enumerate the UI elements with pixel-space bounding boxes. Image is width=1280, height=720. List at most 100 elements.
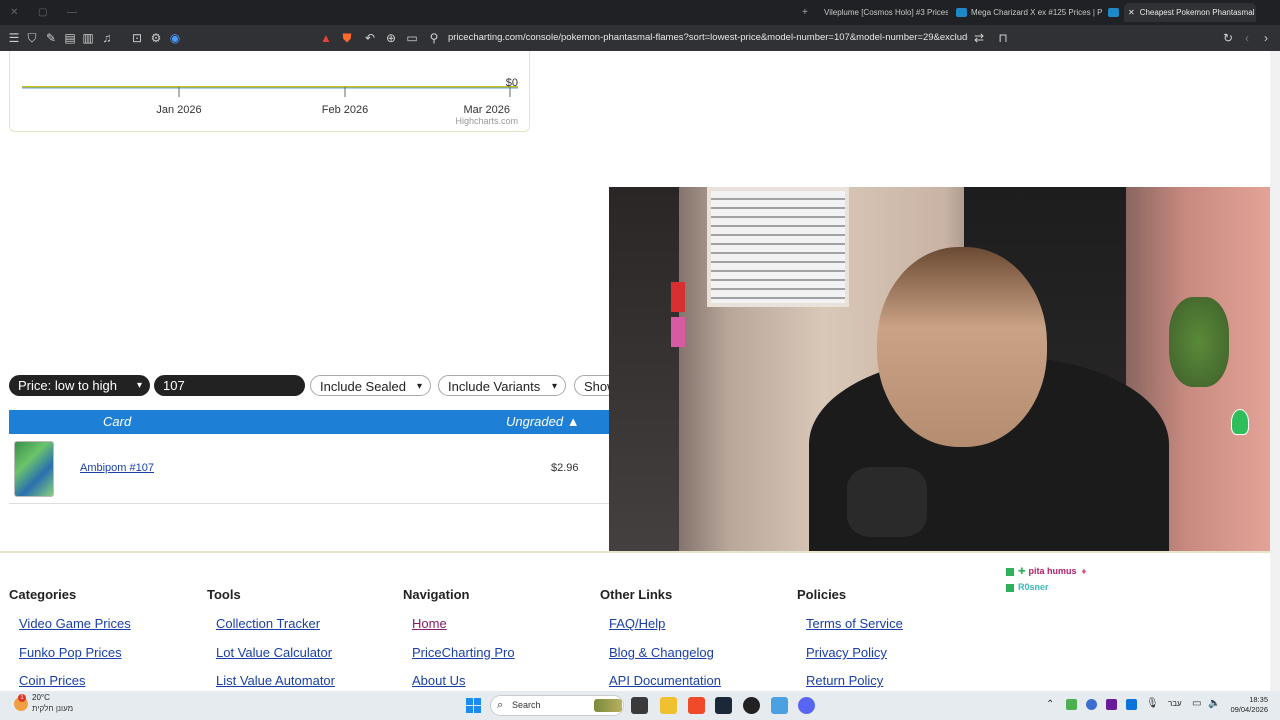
- pink-note: [671, 317, 685, 347]
- footer-link-home[interactable]: Home: [412, 616, 447, 631]
- windows-start-icon[interactable]: [466, 698, 481, 713]
- screenshot-icon[interactable]: ⊡: [129, 30, 145, 46]
- obs-icon[interactable]: [743, 697, 760, 714]
- search-icon: ⌕: [497, 699, 504, 711]
- forward-icon[interactable]: ›: [1258, 30, 1274, 46]
- footer-link[interactable]: Video Game Prices: [19, 616, 131, 631]
- chevron-up-icon[interactable]: ⌃: [1046, 699, 1054, 710]
- tray-app-icon[interactable]: [1106, 699, 1117, 710]
- shield-icon[interactable]: ⛉: [24, 30, 40, 46]
- table-row: Ambipom #107 $2.96: [9, 434, 609, 504]
- brave-browser-icon[interactable]: [688, 697, 705, 714]
- zoom-icon[interactable]: ⊕: [383, 30, 399, 46]
- discord-icon[interactable]: [798, 697, 815, 714]
- extensions-icon[interactable]: ⚙: [148, 30, 164, 46]
- footer-link[interactable]: About Us: [412, 673, 465, 688]
- red-note: [671, 282, 685, 312]
- input-language[interactable]: עבר: [1168, 699, 1182, 708]
- tray-app-icon[interactable]: [1086, 699, 1097, 710]
- close-window-icon[interactable]: ✕: [10, 8, 19, 18]
- music-icon[interactable]: ♫: [99, 30, 115, 46]
- acoustic-panel: [609, 187, 679, 551]
- include-variants-select[interactable]: Include Variants ▾: [438, 375, 566, 396]
- search-input[interactable]: 107: [154, 375, 305, 396]
- share-icon[interactable]: ⇄: [971, 30, 987, 46]
- pin-icon[interactable]: ✎: [43, 30, 59, 46]
- reload-icon[interactable]: ↻: [1220, 30, 1236, 46]
- page-scrollbar[interactable]: [1270, 51, 1280, 691]
- address-bar[interactable]: pricecharting.com/console/pokemon-phanta…: [448, 30, 968, 46]
- footer-link[interactable]: List Value Automator: [216, 673, 335, 688]
- tabs-icon[interactable]: ▤: [62, 30, 78, 46]
- footer-link[interactable]: Privacy Policy: [806, 645, 887, 660]
- sort-select[interactable]: Price: low to high ▾: [9, 375, 150, 396]
- footer-navigation: Navigation Home PriceCharting Pro About …: [403, 587, 515, 688]
- chart-credit[interactable]: Highcharts.com: [455, 116, 518, 126]
- tab-mega-charizard[interactable]: Mega Charizard X ex #125 Prices | P: [952, 3, 1102, 22]
- tab-favicon-slot: [1104, 3, 1120, 22]
- footer-link[interactable]: Collection Tracker: [216, 616, 320, 631]
- emote-icon: ♦: [1081, 566, 1087, 576]
- close-tab-icon[interactable]: ✕: [1128, 8, 1135, 17]
- microphone-icon[interactable]: 🎙: [1146, 698, 1159, 709]
- bookmark-icon[interactable]: ⊓: [995, 30, 1011, 46]
- plus-icon: ✚: [1018, 566, 1026, 576]
- site-settings-icon[interactable]: ⚲: [426, 30, 442, 46]
- card-thumbnail[interactable]: [14, 441, 54, 497]
- column-header-ungraded[interactable]: Ungraded ▲: [506, 410, 580, 434]
- chevron-down-icon: ▾: [136, 380, 142, 391]
- weather-temp: 20°C: [32, 693, 50, 702]
- volume-icon[interactable]: 🔈: [1208, 698, 1220, 709]
- sidebar-icon[interactable]: ▥: [80, 30, 96, 46]
- file-explorer-icon[interactable]: [660, 697, 677, 714]
- tray-app-icon[interactable]: [1126, 699, 1137, 710]
- brave-shield-icon[interactable]: ⛊: [339, 30, 355, 46]
- taskbar: 1 20°C מעונן חלקית ⌕ Search ⌃ 🎙 עבר ▭ 🔈 …: [0, 691, 1280, 720]
- y-axis-tick-label: $0: [506, 77, 518, 89]
- warning-icon[interactable]: ▲: [318, 30, 334, 46]
- tab-label: Vileplume [Cosmos Holo] #3 Prices |: [824, 8, 948, 17]
- back-icon[interactable]: ‹: [1239, 30, 1255, 46]
- steam-icon[interactable]: [715, 697, 732, 714]
- footer-link[interactable]: PriceCharting Pro: [412, 645, 515, 660]
- footer-categories: Categories Video Game Prices Funko Pop P…: [9, 587, 131, 688]
- cast-icon[interactable]: ▭: [404, 30, 420, 46]
- task-view-icon[interactable]: [631, 697, 648, 714]
- tab-vileplume[interactable]: Vileplume [Cosmos Holo] #3 Prices |: [820, 3, 948, 22]
- footer-link[interactable]: Blog & Changelog: [609, 645, 714, 660]
- display-icon[interactable]: ▭: [1192, 698, 1201, 709]
- app-icon[interactable]: [771, 697, 788, 714]
- audio-icon[interactable]: ◉: [167, 30, 183, 46]
- new-tab-icon[interactable]: +: [802, 8, 811, 18]
- table-header: Card Ungraded ▲: [9, 410, 609, 434]
- footer-link[interactable]: Return Policy: [806, 673, 883, 688]
- card-name-link[interactable]: Ambipom #107: [80, 462, 154, 474]
- include-sealed-select[interactable]: Include Sealed ▾: [310, 375, 431, 396]
- clock-time[interactable]: 18:35: [1226, 695, 1268, 704]
- weather-alert-badge: 1: [18, 694, 26, 702]
- tab-cheapest-pokemon[interactable]: ✕ Cheapest Pokemon Phantasmal: [1124, 3, 1256, 22]
- browser-tab-bar: ✕ ▢ — + Vileplume [Cosmos Holo] #3 Price…: [0, 0, 1280, 25]
- footer-link[interactable]: API Documentation: [609, 673, 721, 688]
- footer-link[interactable]: Funko Pop Prices: [19, 645, 122, 660]
- tray-app-icon[interactable]: [1066, 699, 1077, 710]
- taskbar-search[interactable]: ⌕ Search: [490, 695, 624, 716]
- column-header-card[interactable]: Card: [103, 410, 131, 434]
- back-history-icon[interactable]: ↶: [362, 30, 378, 46]
- person-head: [877, 247, 1047, 447]
- footer-link[interactable]: Lot Value Calculator: [216, 645, 332, 660]
- minimize-window-icon[interactable]: —: [67, 8, 77, 18]
- footer-other-links: Other Links FAQ/Help Blog & Changelog AP…: [600, 587, 721, 688]
- footer-link[interactable]: Coin Prices: [19, 673, 85, 688]
- maximize-window-icon[interactable]: ▢: [38, 8, 47, 18]
- user-badge-icon: [1006, 567, 1014, 576]
- footer-heading: Categories: [9, 587, 77, 602]
- menu-icon[interactable]: ☰: [6, 30, 22, 46]
- chevron-down-icon: ▾: [551, 381, 557, 392]
- footer-link[interactable]: FAQ/Help: [609, 616, 665, 631]
- chat-username: pita humus: [1028, 566, 1077, 576]
- clock-date[interactable]: 09/04/2026: [1226, 705, 1268, 714]
- weather-desc: מעונן חלקית: [32, 704, 74, 713]
- plant: [1169, 297, 1229, 387]
- footer-link[interactable]: Terms of Service: [806, 616, 903, 631]
